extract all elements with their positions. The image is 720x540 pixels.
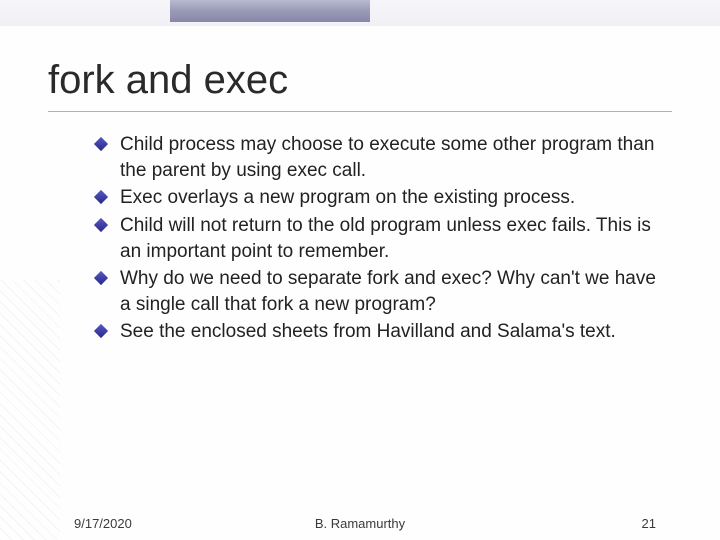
list-item: See the enclosed sheets from Havilland a… [96,319,664,345]
slide-body: fork and exec Child process may choose t… [0,26,720,540]
list-item: Why do we need to separate fork and exec… [96,266,664,317]
title-rule [48,111,672,112]
footer-page: 21 [642,516,656,531]
header-accent-bar [170,0,370,22]
list-item: Child will not return to the old program… [96,213,664,264]
footer-author: B. Ramamurthy [0,516,720,531]
bullet-list: Child process may choose to execute some… [96,132,664,345]
list-item: Child process may choose to execute some… [96,132,664,183]
list-item: Exec overlays a new program on the exist… [96,185,664,211]
slide-title: fork and exec [48,58,720,103]
